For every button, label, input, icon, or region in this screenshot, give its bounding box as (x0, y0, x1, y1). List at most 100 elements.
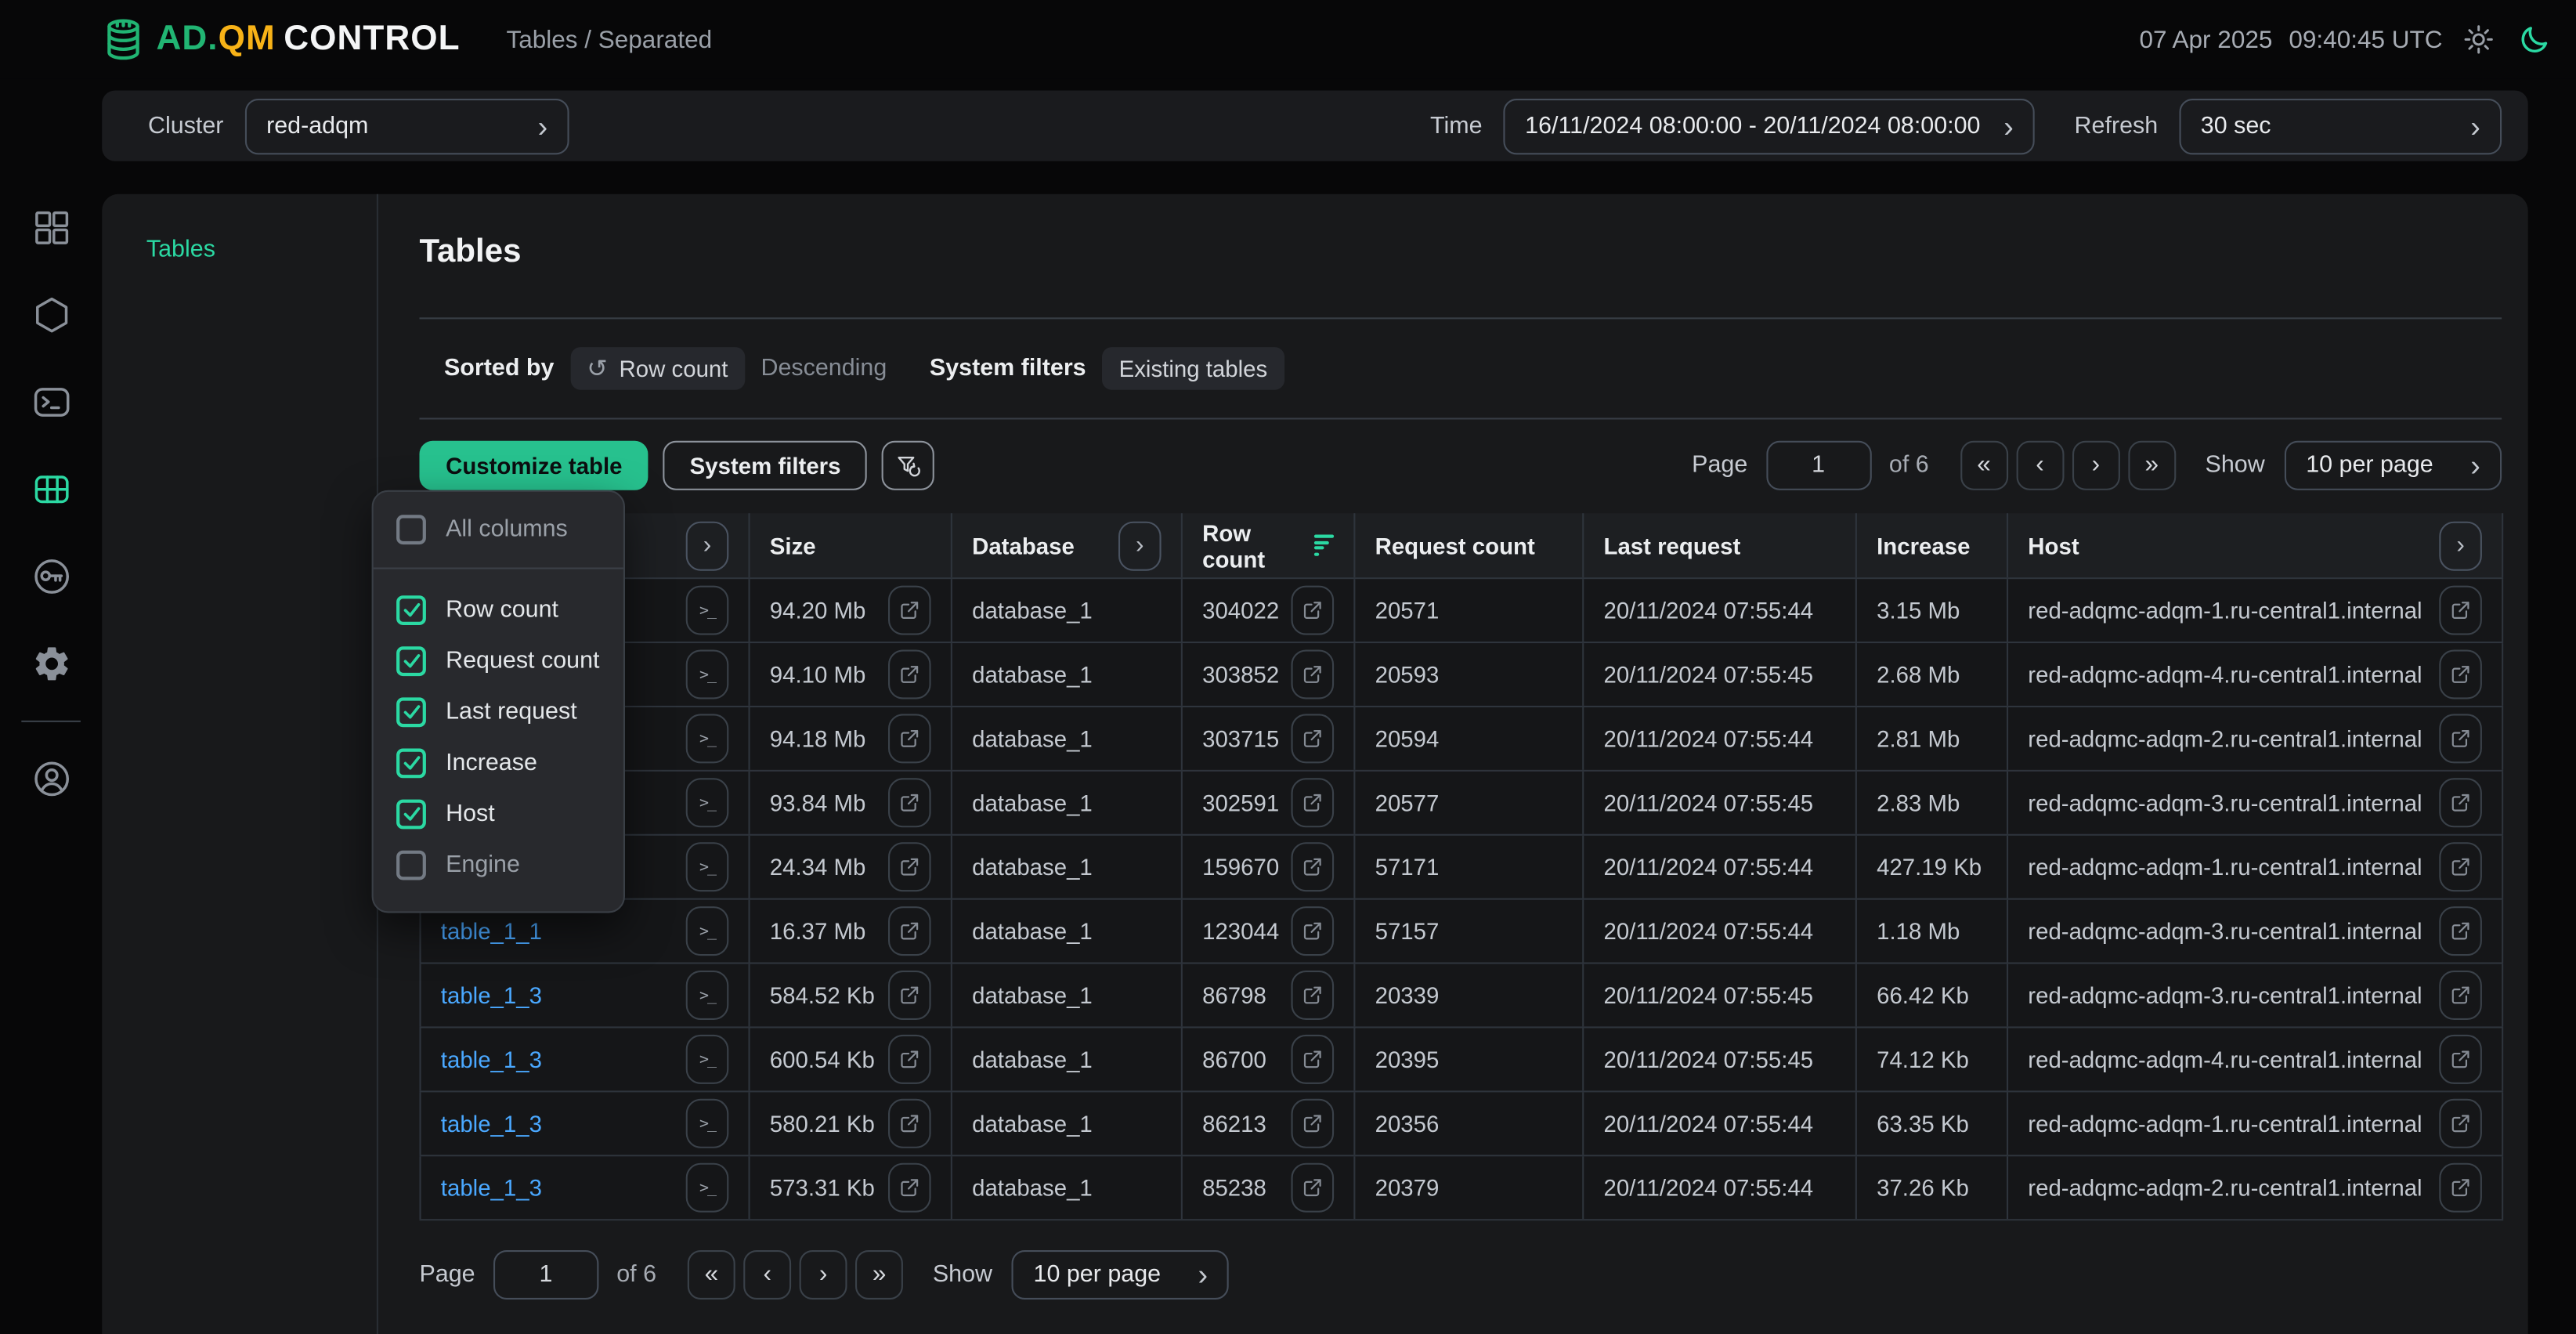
checkbox-checked[interactable] (396, 799, 426, 829)
open-host-button[interactable] (2439, 649, 2482, 699)
open-row-count-chart-button[interactable] (1291, 649, 1334, 699)
open-host-button[interactable] (2439, 586, 2482, 635)
system-filters-button[interactable]: System filters (663, 441, 867, 490)
sidebar-item-keys[interactable] (0, 533, 102, 620)
open-row-count-chart-button[interactable] (1291, 1163, 1334, 1213)
open-size-chart-button[interactable] (888, 649, 931, 699)
per-page-select[interactable]: 10 per page› (2285, 441, 2502, 490)
table-name-link[interactable]: table_1_3 (441, 1110, 542, 1137)
sort-direction[interactable]: Descending (761, 356, 887, 382)
terminal-button[interactable]: >_ (686, 1099, 729, 1148)
reset-filters-button[interactable] (882, 441, 934, 490)
open-host-button[interactable] (2439, 971, 2482, 1020)
open-size-chart-button[interactable] (888, 714, 931, 763)
cluster-select[interactable]: red-adqm› (245, 98, 569, 154)
sidebar-item-tables[interactable] (0, 446, 102, 533)
open-row-count-chart-button[interactable] (1291, 971, 1334, 1020)
menu-item-engine[interactable]: Engine (396, 839, 600, 890)
checkbox-checked[interactable] (396, 747, 426, 777)
header-host[interactable]: Host › (2008, 513, 2503, 577)
open-row-count-chart-button[interactable] (1291, 906, 1334, 956)
sidebar-item-dashboard[interactable] (0, 184, 102, 271)
terminal-button[interactable]: >_ (686, 778, 729, 827)
sidebar-item-account[interactable] (0, 736, 102, 822)
menu-item-host[interactable]: Host (396, 788, 600, 839)
page-number-input[interactable] (493, 1250, 598, 1300)
checkbox-checked[interactable] (396, 696, 426, 726)
open-size-chart-button[interactable] (888, 778, 931, 827)
open-row-count-chart-button[interactable] (1291, 714, 1334, 763)
open-host-button[interactable] (2439, 842, 2482, 891)
header-last-request[interactable]: Last request (1584, 513, 1857, 577)
open-host-button[interactable] (2439, 1035, 2482, 1084)
header-request-count[interactable]: Request count (1355, 513, 1584, 577)
open-row-count-chart-button[interactable] (1291, 1099, 1334, 1148)
open-size-chart-button[interactable] (888, 842, 931, 891)
table-name-link[interactable]: table_1_3 (441, 982, 542, 1009)
table-name-link[interactable]: table_1_3 (441, 1047, 542, 1073)
table-name-link[interactable]: table_1_3 (441, 1174, 542, 1201)
per-page-select[interactable]: 10 per page› (1012, 1250, 1229, 1300)
sidebar-item-nodes[interactable] (0, 271, 102, 358)
open-size-chart-button[interactable] (888, 906, 931, 956)
menu-item-last-request[interactable]: Last request (396, 686, 600, 737)
open-host-button[interactable] (2439, 1099, 2482, 1148)
open-host-button[interactable] (2439, 1163, 2482, 1213)
menu-item-row-count[interactable]: Row count (396, 584, 600, 634)
open-size-chart-button[interactable] (888, 586, 931, 635)
open-row-count-chart-button[interactable] (1291, 778, 1334, 827)
menu-item-all-columns[interactable]: All columns (374, 492, 623, 568)
open-size-chart-button[interactable] (888, 1035, 931, 1084)
checkbox-unchecked[interactable] (396, 515, 426, 544)
last-page-button[interactable]: » (2128, 441, 2176, 490)
last-page-button[interactable]: » (855, 1250, 903, 1300)
sort-field-chip[interactable]: ↺ Row count (570, 347, 744, 390)
nav-item-tables[interactable]: Tables (146, 237, 377, 263)
checkbox-unchecked[interactable] (396, 850, 426, 880)
open-row-count-chart-button[interactable] (1291, 1035, 1334, 1084)
terminal-button[interactable]: >_ (686, 971, 729, 1020)
terminal-button[interactable]: >_ (686, 906, 729, 956)
open-host-button[interactable] (2439, 906, 2482, 956)
open-size-chart-button[interactable] (888, 1099, 931, 1148)
terminal-button[interactable]: >_ (686, 586, 729, 635)
terminal-button[interactable]: >_ (686, 649, 729, 699)
refresh-select[interactable]: 30 sec› (2179, 98, 2502, 154)
light-theme-button[interactable] (2459, 20, 2498, 59)
menu-item-request-count[interactable]: Request count (396, 635, 600, 686)
first-page-button[interactable]: « (1960, 441, 2008, 490)
checkbox-checked[interactable] (396, 645, 426, 675)
prev-page-button[interactable]: ‹ (2016, 441, 2064, 490)
next-page-button[interactable]: › (2072, 441, 2119, 490)
open-size-chart-button[interactable] (888, 971, 931, 1020)
open-row-count-chart-button[interactable] (1291, 586, 1334, 635)
page-number-input[interactable] (1765, 441, 1870, 490)
terminal-button[interactable]: >_ (686, 1035, 729, 1084)
terminal-button[interactable]: >_ (686, 842, 729, 891)
expand-column-button[interactable]: › (1118, 521, 1162, 570)
expand-column-button[interactable]: › (2439, 521, 2482, 570)
sidebar-item-queries[interactable] (0, 359, 102, 446)
customize-table-button[interactable]: Customize table (420, 441, 649, 490)
expand-column-button[interactable]: › (686, 521, 729, 570)
header-database[interactable]: Database › (952, 513, 1183, 577)
first-page-button[interactable]: « (688, 1250, 735, 1300)
header-size[interactable]: Size (750, 513, 952, 577)
system-filter-chip[interactable]: Existing tables (1103, 347, 1284, 390)
prev-page-button[interactable]: ‹ (743, 1250, 791, 1300)
menu-item-increase[interactable]: Increase (396, 737, 600, 788)
sidebar-item-settings[interactable] (0, 620, 102, 707)
open-size-chart-button[interactable] (888, 1163, 931, 1213)
time-range-select[interactable]: 16/11/2024 08:00:00 - 20/11/2024 08:00:0… (1504, 98, 2035, 154)
header-row-count[interactable]: Row count (1183, 513, 1356, 577)
checkbox-checked[interactable] (396, 595, 426, 624)
app-logo[interactable]: AD.QMCONTROL (102, 16, 460, 63)
next-page-button[interactable]: › (800, 1250, 847, 1300)
open-row-count-chart-button[interactable] (1291, 842, 1334, 891)
open-host-button[interactable] (2439, 714, 2482, 763)
header-increase[interactable]: Increase (1857, 513, 2008, 577)
terminal-button[interactable]: >_ (686, 714, 729, 763)
terminal-button[interactable]: >_ (686, 1163, 729, 1213)
open-host-button[interactable] (2439, 778, 2482, 827)
table-name-link[interactable]: table_1_1 (441, 918, 542, 945)
